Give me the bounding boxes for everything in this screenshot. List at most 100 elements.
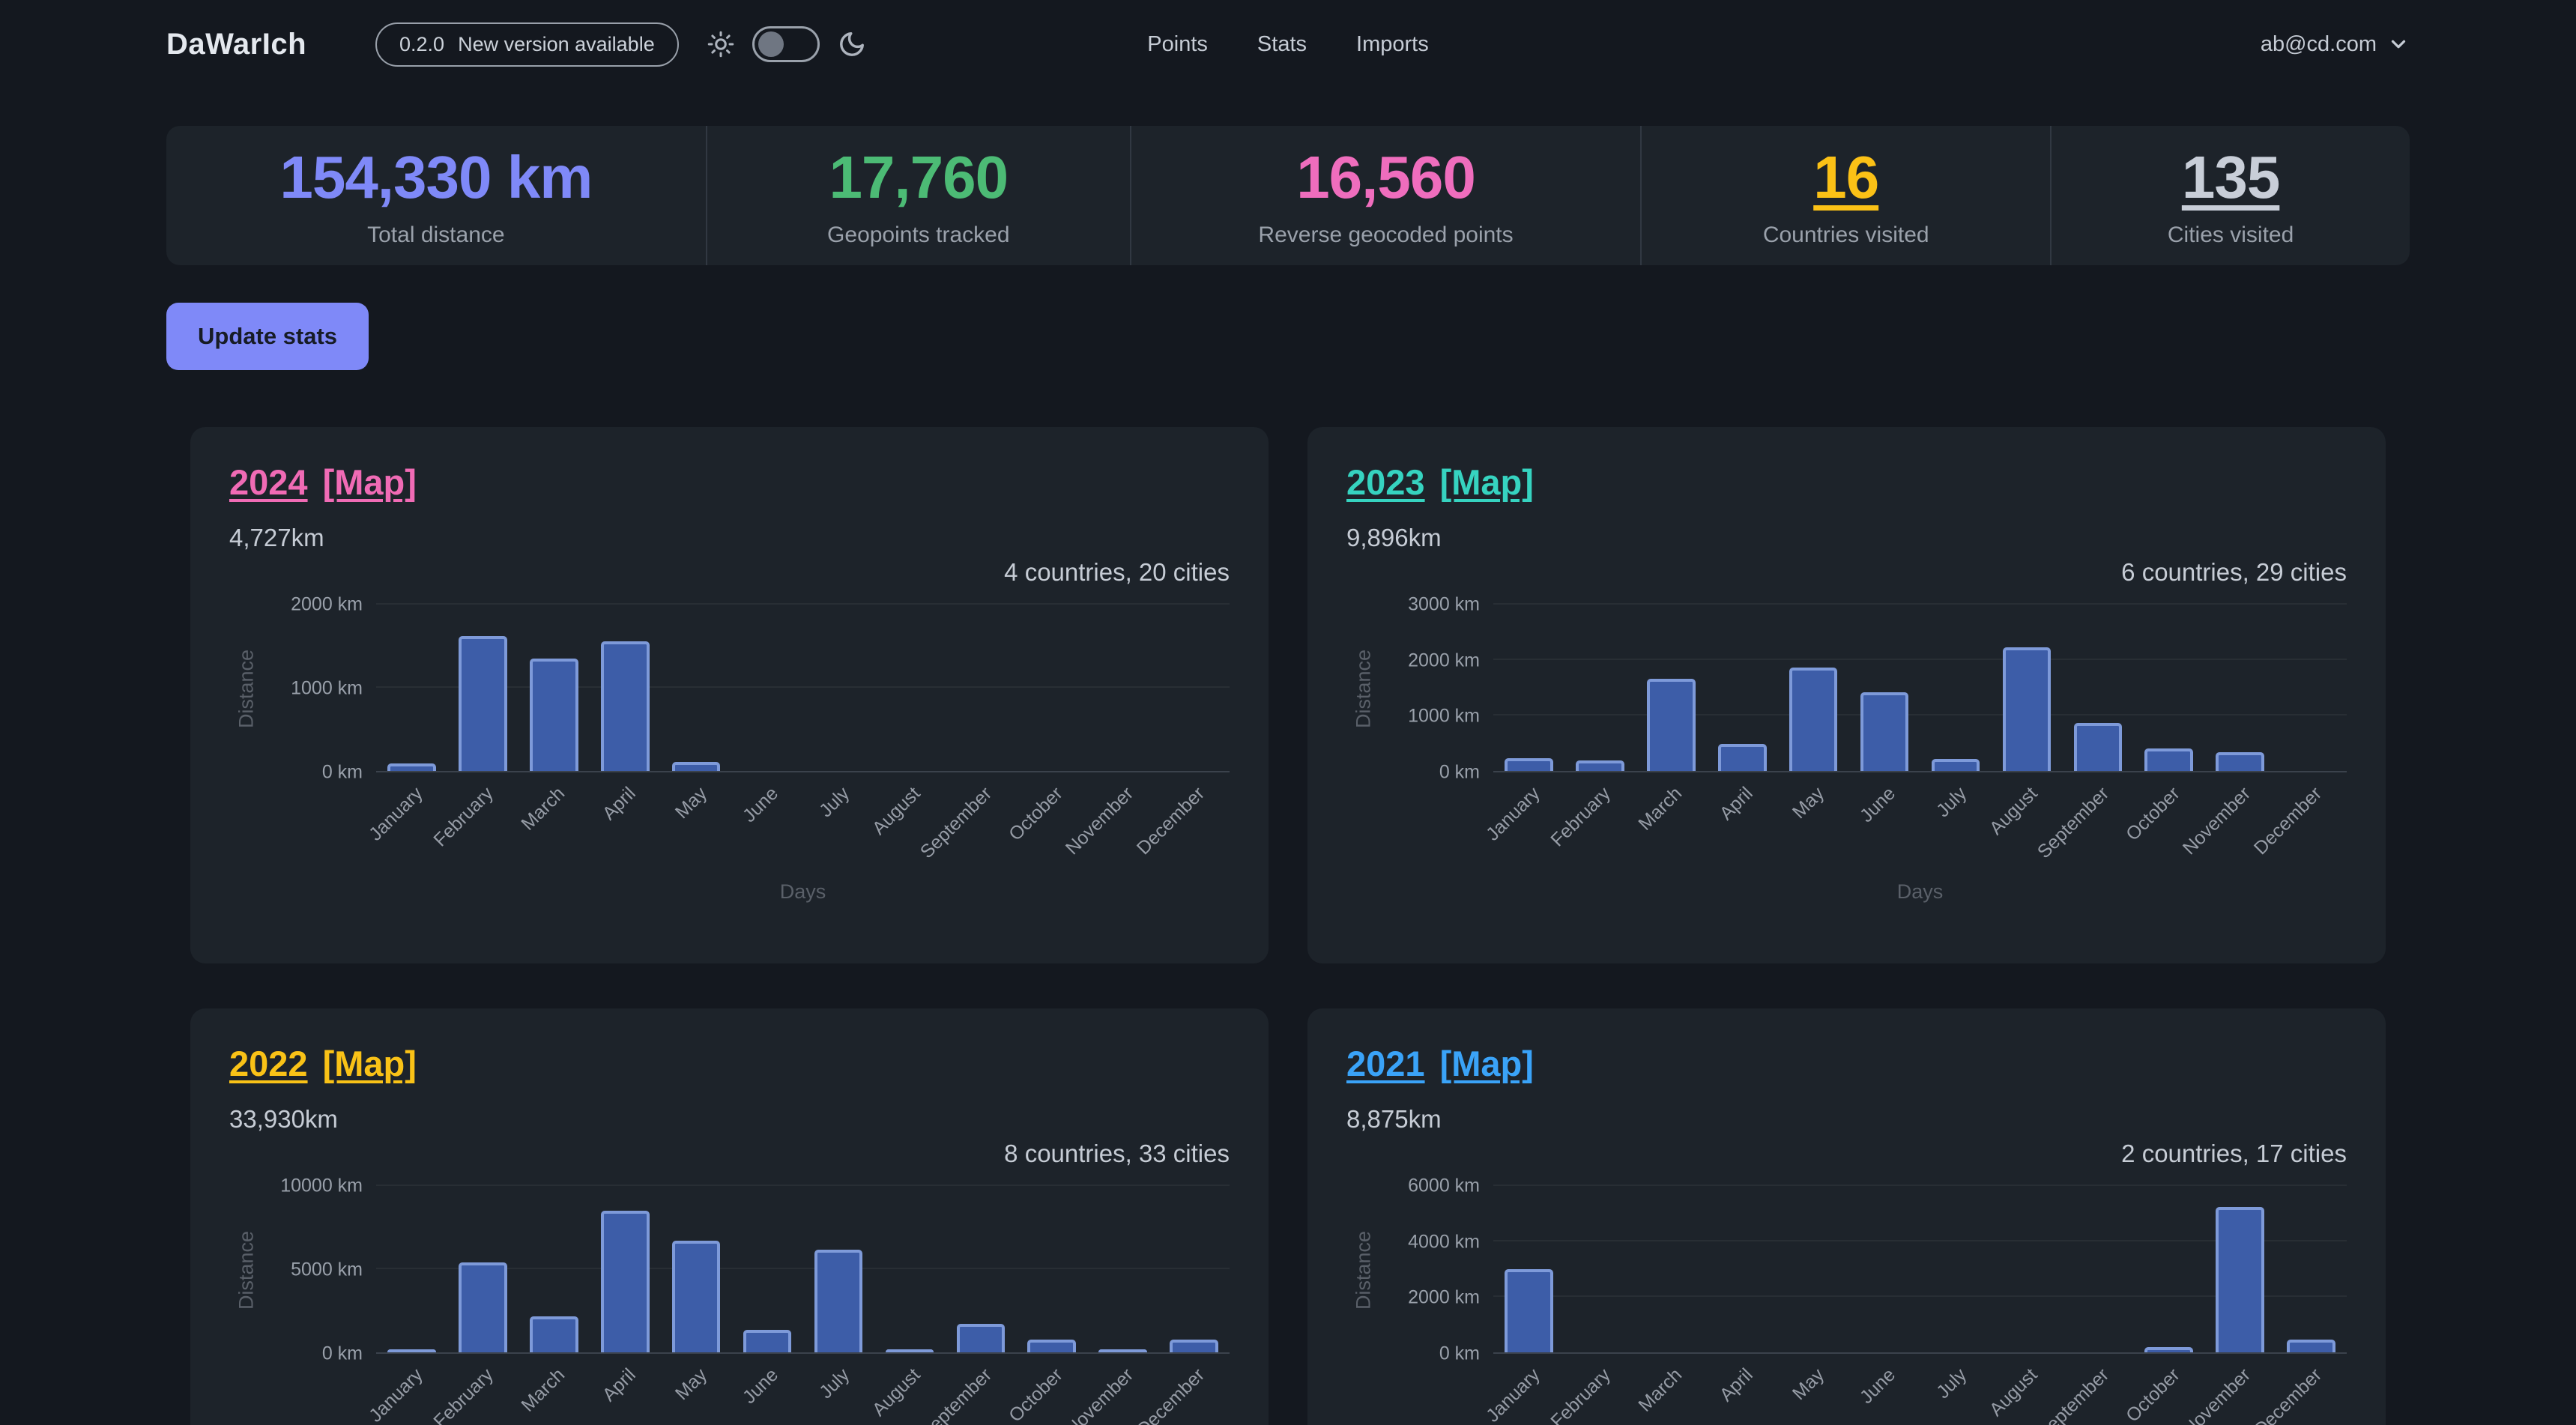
month-slot: [661, 1186, 732, 1352]
x-tick-label: April: [1716, 783, 1758, 825]
x-tick-label: October: [2122, 783, 2184, 845]
y-tick-label: 0 km: [1439, 762, 1480, 784]
month-slot: [803, 605, 874, 771]
x-tick-label: February: [430, 1364, 498, 1425]
chart-bar: [672, 762, 721, 771]
year-card-2022: 2022 [Map] 33,930km 8 countries, 33 citi…: [190, 1008, 1269, 1425]
year-card-2024: 2024 [Map] 4,727km 4 countries, 20 citie…: [190, 427, 1269, 963]
monthly-distance-chart: Distance 6000 km4000 km2000 km0 km Janua…: [1346, 1186, 2347, 1425]
x-tick-label: September: [916, 783, 996, 863]
y-tick-label: 3000 km: [1408, 594, 1480, 616]
stat-label: Reverse geocoded points: [1258, 223, 1513, 248]
year-link[interactable]: 2023: [1346, 462, 1425, 503]
nav-points[interactable]: Points: [1147, 32, 1208, 57]
chart-bar: [2216, 1207, 2264, 1352]
y-tick-label: 10000 km: [280, 1176, 363, 1197]
countries-visited-link[interactable]: 16: [1813, 143, 1878, 212]
year-link[interactable]: 2024: [229, 462, 308, 503]
stat-total-distance: 154,330 km Total distance: [166, 126, 706, 265]
month-slot: [1016, 1186, 1087, 1352]
month-slot: [2276, 1186, 2347, 1352]
y-tick-label: 5000 km: [291, 1259, 363, 1281]
x-tick-label: June: [739, 783, 783, 827]
user-menu[interactable]: ab@cd.com: [2261, 32, 2410, 57]
y-tick-label: 2000 km: [1408, 650, 1480, 671]
month-slot: [2133, 1186, 2204, 1352]
cities-visited-link[interactable]: 135: [2182, 143, 2279, 212]
month-slot: [1920, 605, 1992, 771]
y-tick-label: 0 km: [322, 1343, 363, 1365]
theme-toggle[interactable]: [752, 26, 820, 62]
x-tick-label: September: [916, 1364, 996, 1425]
year-distance: 9,896km: [1346, 524, 2347, 552]
main-content: 154,330 km Total distance 17,760 Geopoin…: [166, 126, 2410, 1425]
x-tick-label: May: [1789, 1364, 1829, 1405]
chart-bar: [601, 641, 650, 771]
bars-row: [1493, 605, 2347, 771]
map-link[interactable]: [Map]: [1440, 1043, 1534, 1084]
x-tick-label: November: [1062, 783, 1138, 859]
x-tick-label: July: [1932, 1364, 1971, 1403]
month-slot: [590, 1186, 661, 1352]
update-stats-button[interactable]: Update stats: [166, 303, 369, 370]
chart-bar: [957, 1324, 1006, 1352]
y-tick-label: 4000 km: [1408, 1231, 1480, 1253]
x-tick-label: July: [815, 783, 854, 822]
chart-bar: [2216, 752, 2264, 771]
x-tick-label: March: [1634, 783, 1687, 835]
chart-plot: [1493, 605, 2347, 772]
month-slot: [803, 1186, 874, 1352]
x-tick-label: September: [2033, 1364, 2113, 1425]
chart-bar: [530, 1316, 578, 1352]
stat-label: Total distance: [367, 223, 504, 248]
month-slot: [732, 605, 803, 771]
month-slot: [732, 1186, 803, 1352]
month-slot: [2062, 1186, 2133, 1352]
x-tick-label: July: [1932, 783, 1971, 822]
y-axis-ticks: 6000 km4000 km2000 km0 km: [1381, 1186, 1493, 1354]
map-link[interactable]: [Map]: [323, 1043, 417, 1084]
month-slot: [1778, 605, 1849, 771]
year-link[interactable]: 2021: [1346, 1043, 1425, 1084]
month-slot: [1849, 1186, 1920, 1352]
month-slot: [1920, 1186, 1992, 1352]
x-tick-label: December: [2250, 783, 2326, 859]
map-link[interactable]: [Map]: [323, 462, 417, 503]
chart-bar: [1505, 1269, 1553, 1352]
y-tick-label: 0 km: [1439, 1343, 1480, 1365]
x-tick-label: October: [1005, 783, 1067, 845]
map-link[interactable]: [Map]: [1440, 462, 1534, 503]
brand-link[interactable]: DaWarIch: [166, 28, 306, 61]
year-distance: 4,727km: [229, 524, 1230, 552]
x-tick-label: April: [1716, 1364, 1758, 1406]
year-link[interactable]: 2022: [229, 1043, 308, 1084]
nav-imports[interactable]: Imports: [1356, 32, 1429, 57]
stat-label: Cities visited: [2168, 223, 2294, 248]
navbar-left: DaWarIch 0.2.0 New version available: [166, 22, 866, 67]
month-slot: [376, 1186, 447, 1352]
month-slot: [518, 605, 590, 771]
chart-bar: [601, 1211, 650, 1352]
x-tick-label: February: [1547, 783, 1615, 851]
y-tick-label: 1000 km: [291, 678, 363, 700]
x-tick-label: April: [599, 783, 641, 825]
x-axis-labels: JanuaryFebruaryMarchAprilMayJuneJulyAugu…: [1493, 783, 2347, 873]
chart-bar: [1718, 744, 1767, 771]
chart-bar: [814, 1250, 863, 1352]
version-badge[interactable]: 0.2.0 New version available: [375, 22, 679, 67]
x-tick-label: January: [1482, 783, 1544, 845]
nav-stats[interactable]: Stats: [1257, 32, 1307, 57]
y-tick-label: 6000 km: [1408, 1176, 1480, 1197]
chart-bar: [459, 1262, 507, 1352]
month-slot: [1493, 1186, 1564, 1352]
month-slot: [2204, 605, 2276, 771]
stat-geopoints: 17,760 Geopoints tracked: [706, 126, 1130, 265]
bars-row: [376, 605, 1230, 771]
x-axis-labels: JanuaryFebruaryMarchAprilMayJuneJulyAugu…: [1493, 1364, 2347, 1425]
month-slot: [1778, 1186, 1849, 1352]
month-slot: [2133, 605, 2204, 771]
month-slot: [661, 605, 732, 771]
chart-plot: [1493, 1186, 2347, 1354]
month-slot: [1849, 605, 1920, 771]
bars-row: [1493, 1186, 2347, 1352]
